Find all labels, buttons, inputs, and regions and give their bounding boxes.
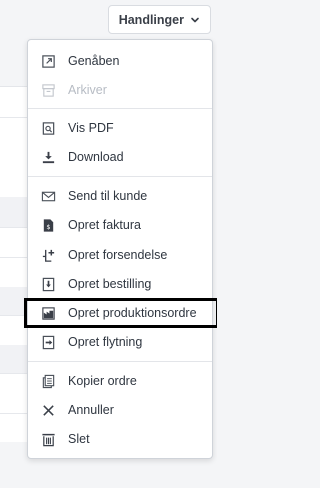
menu-item-send-to-customer[interactable]: Send til kunde bbox=[34, 183, 206, 209]
menu-item-reopen[interactable]: Genåben bbox=[34, 48, 206, 74]
shipment-icon bbox=[40, 247, 56, 263]
actions-dropdown-button[interactable]: Handlinger bbox=[107, 5, 211, 34]
menu-item-label: Download bbox=[68, 150, 124, 164]
menu-item-label: Arkiver bbox=[68, 83, 107, 97]
download-icon bbox=[40, 149, 56, 165]
menu-item-label: Annuller bbox=[68, 403, 114, 417]
factory-icon bbox=[40, 305, 56, 321]
menu-item-copy-order[interactable]: Kopier ordre bbox=[34, 368, 206, 394]
menu-separator bbox=[28, 108, 212, 109]
menu-item-create-invoice[interactable]: $ Opret faktura bbox=[34, 212, 206, 238]
actions-label: Handlinger bbox=[118, 12, 184, 27]
purchase-order-icon bbox=[40, 276, 56, 292]
view-pdf-icon bbox=[40, 120, 56, 136]
menu-item-create-production-order[interactable]: Opret produktionsordre bbox=[24, 298, 217, 328]
menu-item-label: Vis PDF bbox=[68, 121, 114, 135]
menu-item-delete[interactable]: Slet bbox=[34, 426, 206, 452]
menu-item-label: Opret produktionsordre bbox=[68, 306, 197, 320]
archive-icon bbox=[40, 82, 56, 98]
svg-text:$: $ bbox=[46, 222, 50, 230]
menu-item-archive[interactable]: Arkiver bbox=[34, 77, 206, 103]
invoice-icon: $ bbox=[40, 217, 56, 233]
menu-item-create-move[interactable]: Opret flytning bbox=[34, 329, 206, 355]
menu-item-download[interactable]: Download bbox=[34, 144, 206, 170]
reopen-icon bbox=[40, 53, 56, 69]
menu-item-label: Opret faktura bbox=[68, 218, 141, 232]
close-icon bbox=[40, 402, 56, 418]
chevron-down-icon bbox=[190, 15, 200, 25]
menu-item-label: Opret forsendelse bbox=[68, 248, 168, 262]
menu-item-label: Genåben bbox=[68, 54, 120, 68]
menu-item-create-purchase-order[interactable]: Opret bestilling bbox=[34, 271, 206, 297]
menu-item-label: Opret bestilling bbox=[68, 277, 152, 291]
menu-item-view-pdf[interactable]: Vis PDF bbox=[34, 115, 206, 141]
copy-icon bbox=[40, 373, 56, 389]
actions-menu: Genåben Arkiver Vis PDF Download Send ti… bbox=[24, 39, 217, 459]
menu-separator bbox=[28, 176, 212, 177]
menu-item-label: Slet bbox=[68, 432, 90, 446]
trash-icon bbox=[40, 431, 56, 447]
menu-item-label: Send til kunde bbox=[68, 189, 148, 203]
menu-item-label: Opret flytning bbox=[68, 335, 143, 349]
menu-item-cancel[interactable]: Annuller bbox=[34, 397, 206, 423]
move-icon bbox=[40, 334, 56, 350]
page: Handlinger Genåben Arkiver Vis PDF Downl… bbox=[0, 0, 217, 488]
menu-item-create-shipment[interactable]: Opret forsendelse bbox=[34, 242, 206, 268]
menu-item-label: Kopier ordre bbox=[68, 374, 137, 388]
envelope-icon bbox=[40, 188, 56, 204]
menu-separator bbox=[28, 361, 212, 362]
